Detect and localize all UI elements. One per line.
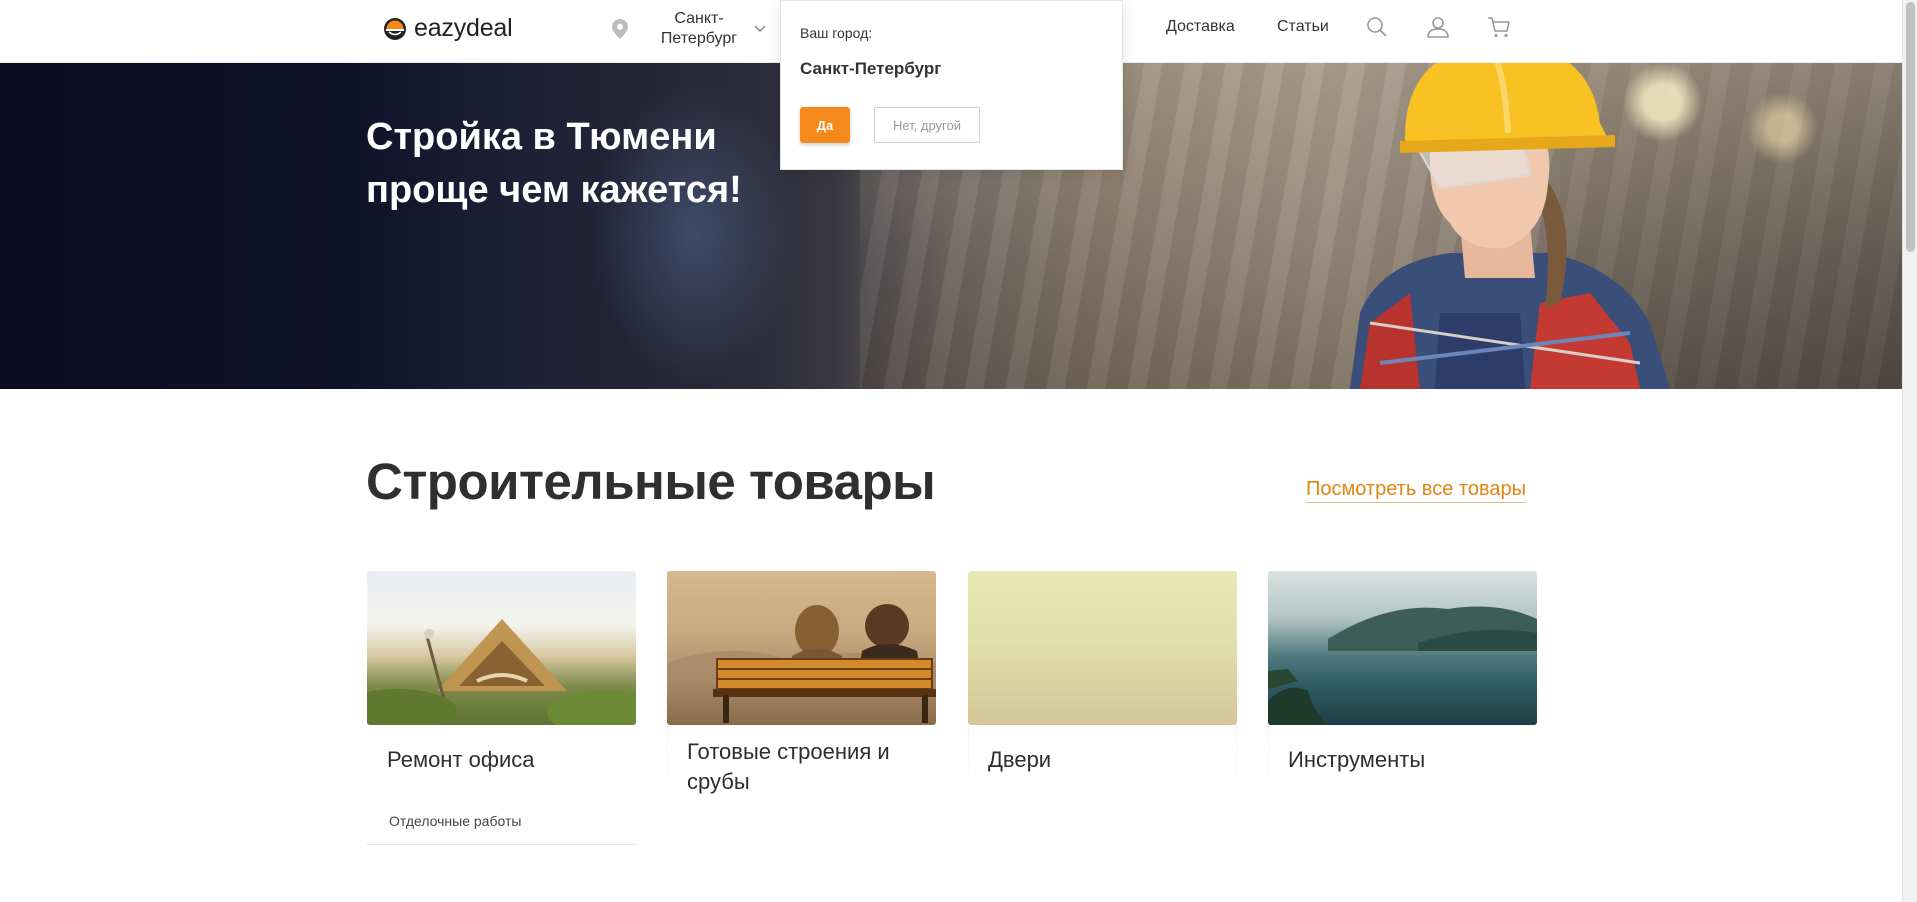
nav-link-delivery[interactable]: Доставка xyxy=(1166,18,1235,36)
city-confirm-popup: Ваш город: Санкт-Петербург Да Нет, друго… xyxy=(780,0,1123,170)
category-image-haze xyxy=(968,571,1237,725)
card-border xyxy=(1236,725,1237,785)
worker-in-helmet-image xyxy=(1350,63,1670,389)
category-title: Двери xyxy=(988,747,1052,772)
page-scrollbar[interactable] xyxy=(1902,0,1917,902)
location-pin-icon xyxy=(612,19,628,39)
city-selector[interactable]: Санкт-Петербург xyxy=(612,9,766,49)
cart-icon[interactable] xyxy=(1487,15,1511,39)
category-title: Ремонт офиса xyxy=(387,747,535,772)
search-icon[interactable] xyxy=(1365,15,1389,39)
category-title: Инструменты xyxy=(1288,747,1426,772)
section-title: Строительные товары xyxy=(366,453,936,510)
category-title: Готовые строения и срубы xyxy=(687,739,890,794)
category-image-boat xyxy=(367,571,636,725)
card-border xyxy=(1268,725,1269,785)
category-image-lake xyxy=(1268,571,1537,725)
nav-link-articles[interactable]: Статьи xyxy=(1277,18,1329,36)
hero-title: Стройка в Тюмени проще чем кажется! xyxy=(366,116,742,211)
helmet-logo-icon xyxy=(384,17,406,40)
category-card-doors[interactable]: Двери xyxy=(968,571,1237,785)
category-card-buildings[interactable]: Готовые строения и срубы xyxy=(667,571,936,797)
scrollbar-thumb[interactable] xyxy=(1906,2,1915,252)
confirm-city-button[interactable]: Да xyxy=(800,107,850,143)
category-card-tools[interactable]: Инструменты xyxy=(1268,571,1537,785)
popup-city-name: Санкт-Петербург xyxy=(800,59,942,78)
subcategory-link-finishing[interactable]: Отделочные работы xyxy=(367,813,636,845)
current-city: Санкт-Петербург xyxy=(660,10,738,47)
category-card-office-repair[interactable]: Ремонт офиса Отделочные работы xyxy=(367,571,636,845)
category-image-bench xyxy=(667,571,936,725)
choose-other-city-button[interactable]: Нет, другой xyxy=(874,107,980,143)
card-border xyxy=(968,725,969,785)
user-icon[interactable] xyxy=(1426,15,1450,39)
city-question: Ваш город: xyxy=(800,25,873,41)
view-all-products-link[interactable]: Посмотреть все товары xyxy=(1306,478,1526,503)
logo-text: eazydeal xyxy=(414,14,513,42)
logo[interactable]: eazydeal xyxy=(383,14,513,43)
chevron-down-icon xyxy=(754,25,766,33)
card-border xyxy=(667,725,668,785)
